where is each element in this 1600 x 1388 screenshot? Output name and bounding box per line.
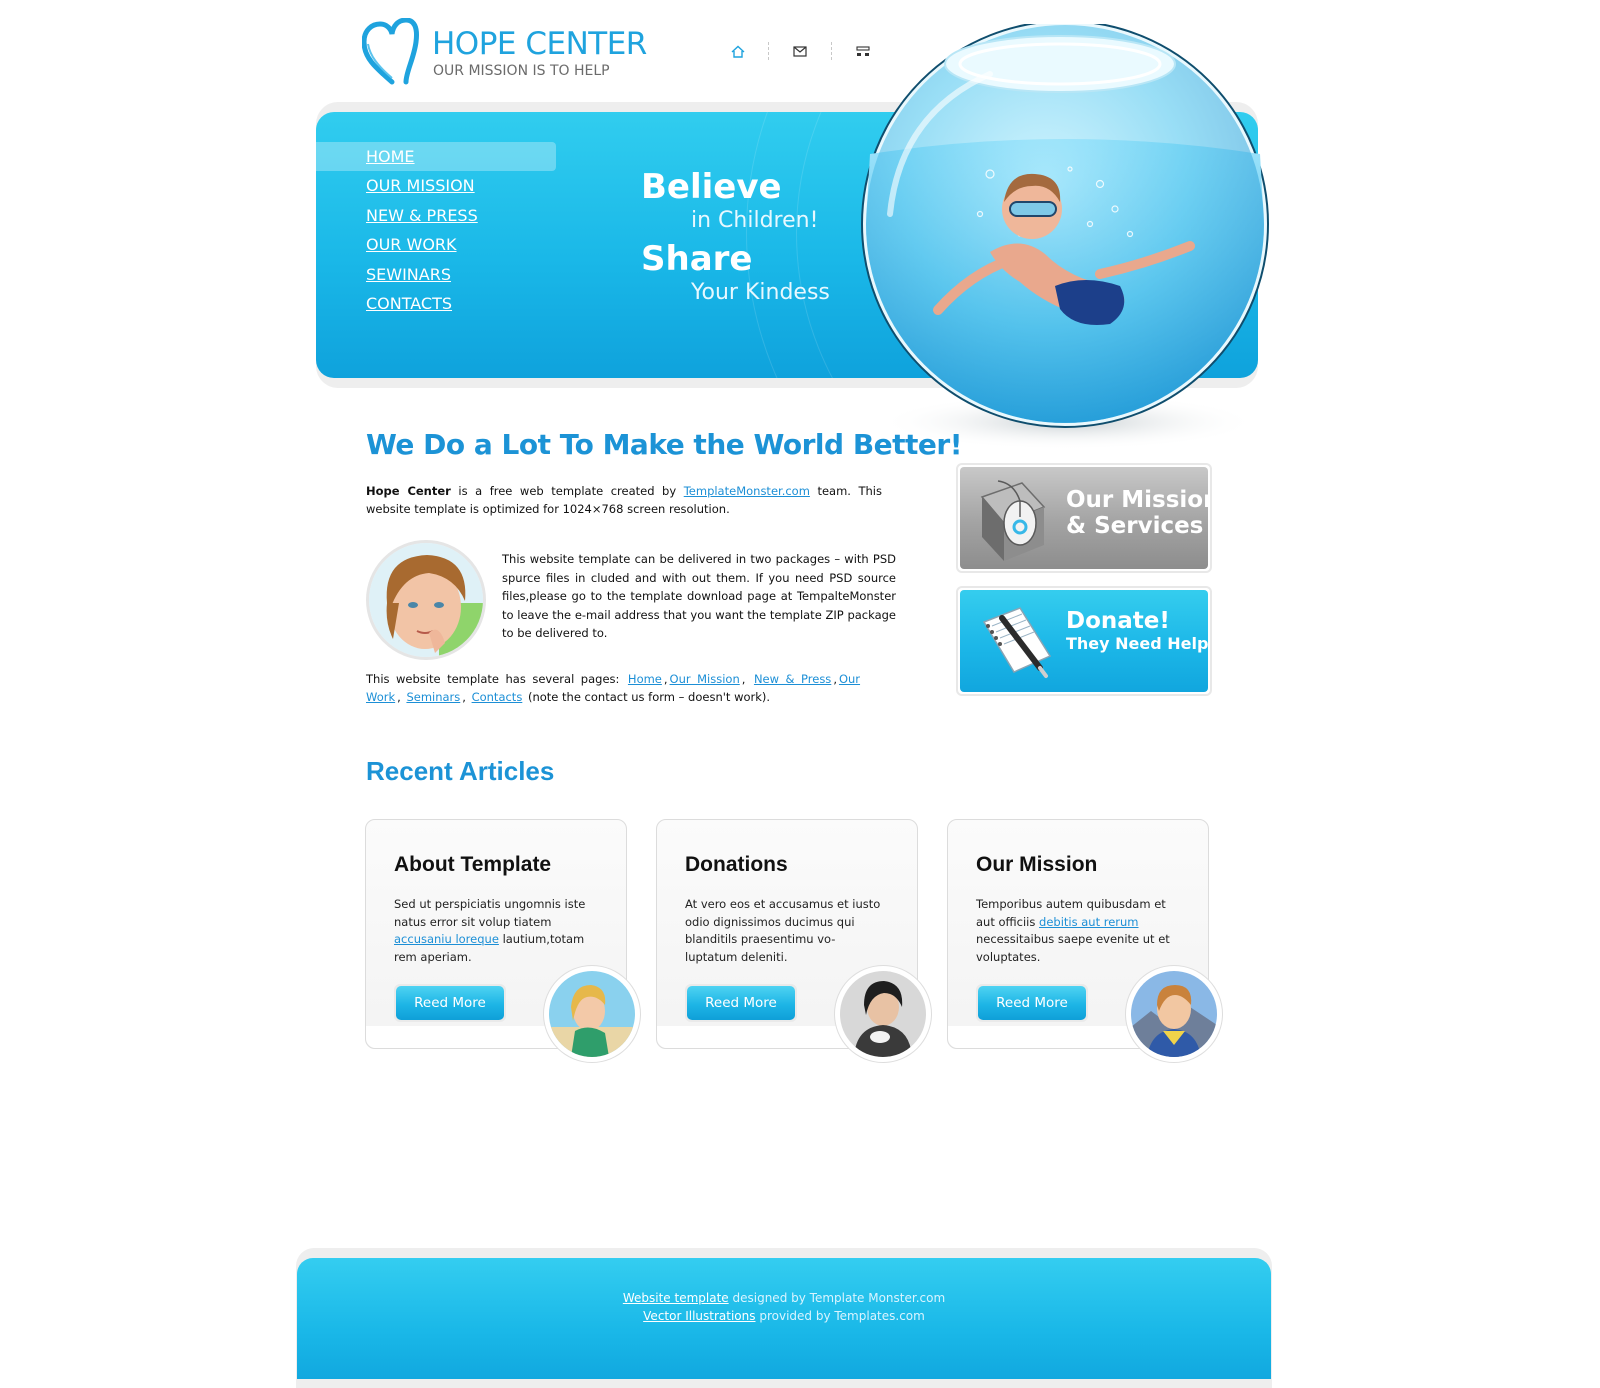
article-card-donations: Donations At vero eos et accusamus et iu… — [656, 819, 931, 1062]
main-headline: We Do a Lot To Make the World Better! — [366, 428, 962, 461]
page-link-our-mission[interactable]: Our Mission — [670, 672, 740, 686]
intro-paragraph: Hope Center is a free web template creat… — [366, 482, 882, 518]
heart-logo-icon — [362, 18, 419, 85]
donate-button[interactable]: Donate! They Need Help — [956, 586, 1212, 696]
page-link-seminars[interactable]: Seminars — [406, 690, 460, 704]
pages-text: This website template has several pages: — [366, 672, 620, 686]
article-link[interactable]: accusaniu loreque — [394, 932, 499, 946]
article-link[interactable]: debitis aut rerum — [1039, 915, 1139, 929]
article-card-about-template: About Template Sed ut perspiciatis ungom… — [365, 819, 640, 1062]
article-title: Our Mission — [976, 853, 1098, 876]
slogan-in-children: in Children! — [691, 208, 819, 233]
intro-text-1: is a free web template created by — [458, 484, 677, 498]
pages-paragraph: This website template has several pages:… — [366, 672, 861, 704]
article-title: Donations — [685, 853, 788, 876]
recent-articles-heading: Recent Articles — [366, 756, 555, 786]
templatemonster-link[interactable]: TemplateMonster.com — [684, 484, 810, 498]
missions-services-button[interactable]: Our Missions & Services — [956, 463, 1212, 573]
article-card-our-mission: Our Mission Temporibus autem quibusdam e… — [947, 819, 1222, 1062]
article-text: At vero eos et accusamus et iusto odio d… — [685, 897, 881, 964]
slogan-share: Share — [641, 239, 753, 279]
fishbowl-illustration — [861, 24, 1269, 450]
nav-item-new-press[interactable]: NEW & PRESS — [316, 201, 556, 230]
page-link-contacts[interactable]: Contacts — [472, 690, 523, 704]
logo-subtitle: OUR MISSION IS TO HELP — [433, 63, 610, 79]
footer-credit-2: provided by Templates.com — [759, 1309, 925, 1323]
home-icon[interactable] — [725, 40, 751, 62]
footer-credit-1: designed by Template Monster.com — [732, 1291, 946, 1305]
donate-title: Donate! — [1066, 608, 1170, 634]
article-title: About Template — [394, 853, 552, 876]
mouse-book-icon — [980, 480, 1046, 561]
missions-line-2: & Services — [1066, 513, 1204, 539]
read-more-button[interactable]: Reed More — [394, 984, 506, 1022]
vector-illustrations-link[interactable]: Vector Illustrations — [643, 1309, 755, 1323]
girl-portrait — [366, 540, 486, 660]
girl-avatar — [544, 966, 640, 1062]
footer: Website template designed by Template Mo… — [297, 1258, 1271, 1379]
packages-paragraph: This website template can be delivered i… — [502, 552, 896, 641]
page-link-home[interactable]: Home — [628, 672, 662, 686]
nav-item-our-work[interactable]: OUR WORK — [316, 230, 556, 259]
article-text: Temporibus autem quibusdam et aut offici… — [976, 897, 1170, 964]
logo[interactable]: HOPE CENTER OUR MISSION IS TO HELP — [362, 18, 647, 88]
article-text: Sed ut perspiciatis ungomnis iste natus … — [394, 897, 586, 964]
main-nav: HOME OUR MISSION NEW & PRESS OUR WORK SE… — [316, 142, 556, 318]
read-more-button[interactable]: Reed More — [976, 984, 1088, 1022]
pages-note: (note the contact us form – doesn't work… — [527, 690, 771, 704]
mail-icon[interactable] — [787, 40, 813, 62]
banner-slogan: Believe in Children! Share Your Kindess — [641, 167, 830, 307]
notepad-pen-icon — [982, 607, 1052, 678]
intro-brand: Hope Center — [366, 484, 451, 498]
nav-item-home[interactable]: HOME — [316, 142, 556, 172]
nav-item-our-mission[interactable]: OUR MISSION — [316, 171, 556, 200]
logo-title: HOPE CENTER — [432, 26, 647, 62]
slogan-believe: Believe — [641, 167, 782, 207]
website-template-link[interactable]: Website template — [623, 1291, 729, 1305]
scout-avatar — [1126, 966, 1222, 1062]
nav-item-sewinars[interactable]: SEWINARS — [316, 260, 556, 289]
boy-avatar — [835, 966, 931, 1062]
read-more-button[interactable]: Reed More — [685, 984, 797, 1022]
page-link-new-press[interactable]: New & Press — [754, 672, 831, 686]
nav-item-contacts[interactable]: CONTACTS — [316, 289, 556, 318]
missions-line-1: Our Missions — [1066, 487, 1208, 513]
donate-subtitle: They Need Help — [1066, 634, 1208, 653]
slogan-your-kindess: Your Kindess — [691, 280, 830, 305]
